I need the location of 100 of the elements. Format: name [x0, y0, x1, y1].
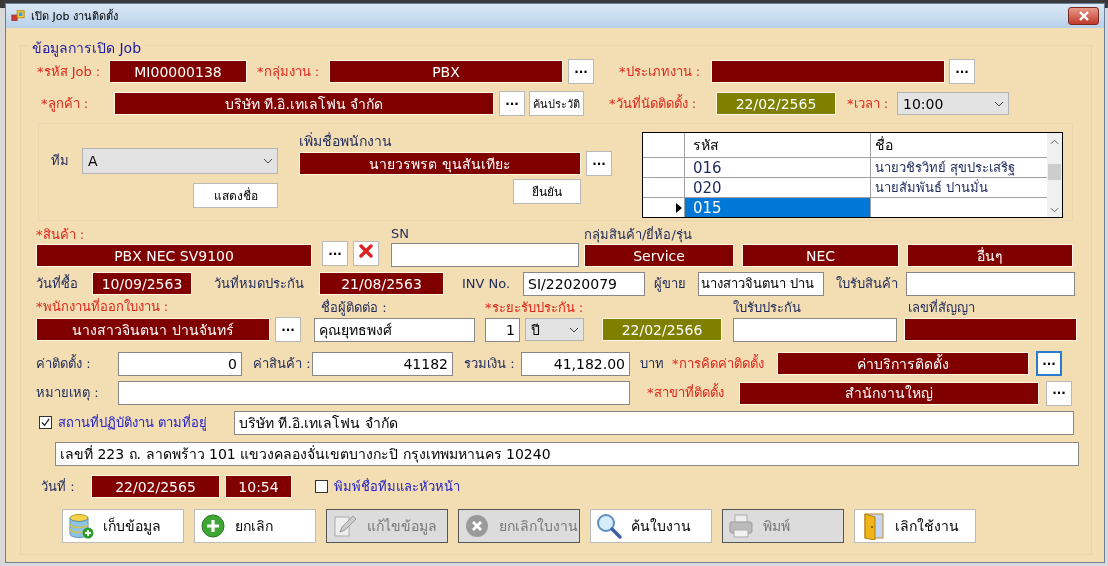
toolbar-button[interactable]: เก็บข้อมูล	[62, 509, 184, 543]
toolbar-button[interactable]: เลิกใช้งาน	[854, 509, 976, 543]
time-dropdown[interactable]: 10:00	[897, 92, 1009, 115]
field-label: *รหัส Job :	[37, 63, 102, 80]
work-group-field: PBX	[329, 60, 563, 83]
price-input[interactable]: 41182	[312, 351, 453, 376]
table-cell[interactable]: 016	[685, 158, 871, 177]
clear-button[interactable]	[353, 241, 379, 266]
browse-button[interactable]: ...	[586, 151, 612, 176]
field-label: *ประเภทงาน :	[619, 63, 701, 80]
checkbox-label[interactable]: พิมพ์ชื่อทีมและหัวหน้า	[334, 478, 460, 495]
warranty-amount-input[interactable]: 1	[485, 317, 520, 342]
field-label: หมายเหตุ :	[36, 385, 100, 401]
team-dropdown[interactable]: A	[82, 148, 278, 174]
branch-field: สำนักงานใหญ่	[739, 381, 1039, 405]
database-icon	[67, 512, 95, 540]
browse-button[interactable]: ...	[499, 91, 525, 116]
scroll-down-icon[interactable]	[1050, 207, 1059, 213]
table-cell[interactable]: 015	[685, 198, 871, 217]
history-button[interactable]: ค้นประวัติ	[529, 91, 584, 116]
table-cell[interactable]: 020	[685, 178, 871, 197]
employee-field: นายวรพรต ขุนสันเทียะ	[299, 152, 581, 175]
site-name-input[interactable]: บริษัท ที.อิ.เทเลโฟน จำกัด	[234, 410, 1074, 435]
chevron-down-icon	[569, 326, 579, 333]
invoice-input[interactable]: SI/22020079	[523, 271, 645, 296]
table-cell[interactable]: นายสัมพันธ์ ปานมั่น	[871, 178, 1047, 197]
address-input[interactable]: เลขที่ 223 ถ. ลาดพร้าว 101 แขวงคลองจั่นเขตบางกะปิ กรุงเทพมหานคร 10240	[55, 442, 1079, 466]
job-code-field: MI00000138	[109, 60, 247, 83]
toolbar-button[interactable]: ค้นใบงาน	[590, 509, 712, 543]
browse-button[interactable]: ...	[1046, 380, 1072, 406]
browse-button[interactable]: ...	[1036, 351, 1062, 376]
field-label: ใบรับสินค้า	[836, 275, 899, 292]
field-label: *กลุ่มงาน :	[257, 63, 320, 80]
product-group-field: NEC	[742, 244, 899, 267]
product-group-field: Service	[584, 244, 734, 267]
browse-button[interactable]: ...	[949, 59, 975, 84]
field-label: วันที่หมดประกัน	[214, 275, 305, 292]
date-field: 21/08/2563	[319, 272, 444, 295]
scroll-up-icon[interactable]	[1050, 139, 1059, 145]
seller-input[interactable]: นางสาวจินตนา ปาน	[698, 271, 824, 296]
field-label: INV No.	[462, 275, 512, 292]
field-label: *ลูกค้า :	[41, 95, 89, 112]
field-label: กลุ่มสินค้า/ยี่ห้อ/รุ่น	[584, 227, 693, 243]
note-input[interactable]	[118, 381, 630, 405]
confirm-button[interactable]: ยืนยัน	[513, 179, 581, 204]
checkbox[interactable]	[39, 416, 52, 429]
browse-button[interactable]: ...	[275, 317, 301, 342]
date-field[interactable]: 22/02/2566	[602, 318, 722, 341]
fee-method-field: ค่าบริการติดตั้ง	[777, 352, 1029, 375]
show-names-button[interactable]: แสดงชื่อ	[193, 183, 278, 208]
column-header[interactable]: ชื่อ	[871, 133, 1047, 157]
date-field: 22/02/2565	[91, 475, 220, 498]
field-label: วันที่ :	[41, 478, 76, 495]
field-label: ทีม	[51, 153, 70, 169]
printer-icon	[727, 512, 755, 540]
warranty-unit-dropdown[interactable]: ปี	[525, 318, 584, 341]
chevron-down-icon	[994, 100, 1004, 107]
chevron-down-icon	[263, 158, 273, 164]
checkbox[interactable]	[315, 480, 328, 493]
issuer-field: นางสาวจินตนา ปานจันทร์	[36, 318, 270, 341]
contact-input[interactable]: คุณยุทธพงศ์	[314, 317, 475, 342]
field-label: *สาขาที่ติดตั้ง	[647, 385, 725, 401]
browse-button[interactable]: ...	[568, 59, 594, 84]
field-label: *การคิดค่าติดตั้ง	[672, 355, 765, 372]
field-label: *พนักงานที่ออกใบงาน :	[36, 299, 169, 315]
field-label: SN	[391, 226, 410, 242]
currency-label: บาท	[640, 355, 665, 372]
app-icon	[11, 9, 25, 23]
field-label: ค่าติดตั้ง :	[36, 355, 92, 372]
field-label: เพิ่มชื่อพนักงาน	[299, 133, 393, 149]
checkbox-label[interactable]: สถานที่ปฏิบัติงาน ตามที่อยู่	[58, 414, 234, 431]
browse-button[interactable]: ...	[322, 241, 348, 266]
window-title: เปิด Job งานติดตั้ง	[31, 8, 118, 25]
column-header[interactable]: รหัส	[685, 133, 871, 157]
scrollbar[interactable]	[1047, 133, 1062, 217]
total-input[interactable]: 41,182.00	[521, 351, 630, 376]
close-button[interactable]	[1068, 7, 1099, 25]
field-label: ค่าสินค้า :	[253, 355, 312, 372]
customer-field: บริษัท ที.อิ.เทเลโฟน จำกัด	[114, 92, 494, 115]
field-label: *วันที่นัดติดตั้ง :	[609, 95, 697, 112]
field-label: รวมเงิน :	[464, 355, 516, 372]
toolbar-button[interactable]: ยกเลิก	[194, 509, 316, 543]
scroll-thumb[interactable]	[1048, 164, 1061, 180]
field-label: *เวลา :	[847, 95, 889, 112]
date-field: 10/09/2563	[92, 272, 192, 295]
serial-input[interactable]	[391, 243, 579, 267]
warranty-receipt-input[interactable]	[733, 317, 897, 342]
product-field: PBX NEC SV9100	[36, 244, 312, 267]
receipt-input[interactable]	[906, 271, 1075, 296]
date-field[interactable]: 22/02/2565	[716, 92, 836, 115]
product-group-field: อื่นๆ	[907, 244, 1073, 267]
x-circle-icon	[463, 512, 491, 540]
install-fee-input[interactable]: 0	[118, 351, 242, 376]
table-cell[interactable]: นายวชิรวิทย์ สุขประเสริฐ	[871, 158, 1047, 177]
field-label: ผู้ขาย	[654, 275, 687, 292]
field-label: ชื่อผู้ติดต่อ :	[321, 299, 388, 316]
close-icon	[1078, 11, 1089, 21]
field-label: ใบรับประกัน	[733, 299, 802, 316]
plus-icon	[199, 512, 227, 540]
field-label: *ระยะรับประกัน :	[485, 299, 584, 316]
